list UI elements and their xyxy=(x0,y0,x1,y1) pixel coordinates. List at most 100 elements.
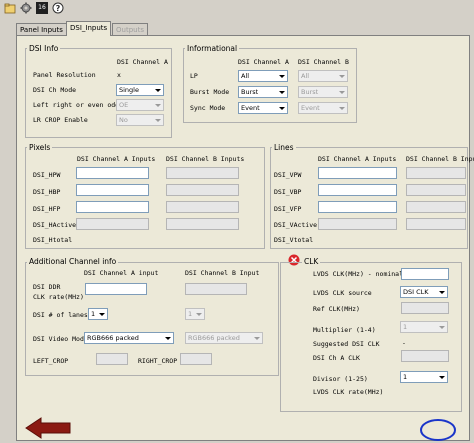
chevron-down-icon xyxy=(338,104,346,112)
lvds-nominal-input[interactable] xyxy=(401,268,449,280)
lvds-nominal-label: LVDS CLK(MHz) - nominal xyxy=(313,270,404,278)
dsi-vbp-a-input[interactable] xyxy=(318,184,397,196)
video-mode-a-value: RGB666 packed xyxy=(87,334,139,342)
dsi-hbp-a-input[interactable] xyxy=(76,184,149,196)
dsi-hpw-a-input[interactable] xyxy=(76,167,149,179)
dsi-vtotal-label: DSI_Vtotal xyxy=(274,236,314,244)
multiplier-value: 1 xyxy=(403,323,408,331)
back-arrow-icon xyxy=(25,417,71,439)
multiplier-select[interactable]: 1 xyxy=(400,321,448,333)
divisor-select[interactable]: 1 xyxy=(400,371,448,383)
dsi-hactive-a-input[interactable] xyxy=(76,218,149,230)
dsi-hfp-b-input[interactable] xyxy=(166,201,239,213)
pixels-col-b: DSI Channel B Inputs xyxy=(166,155,245,163)
dsi-vfp-label: DSI_VFP xyxy=(274,205,302,213)
tab-dsi-inputs[interactable]: DSI_Inputs xyxy=(66,21,112,36)
dsi-hbp-b-input[interactable] xyxy=(166,184,239,196)
dsi-info-title: DSI Info xyxy=(27,44,61,53)
chevron-down-icon xyxy=(154,116,162,124)
additional-col-b: DSI Channel B Input xyxy=(185,269,260,277)
burst-mode-b-value: Burst xyxy=(301,88,319,96)
informational-col-a: DSI Channel A xyxy=(238,58,289,66)
lvds-rate-label: LVDS CLK rate(MHz) xyxy=(313,388,384,396)
gear-icon[interactable] xyxy=(20,2,32,14)
calculator-icon[interactable]: 16 xyxy=(36,2,48,14)
annotation-circle xyxy=(420,419,456,441)
right-crop-label: RIGHT_CROP xyxy=(138,357,178,365)
left-right-value: OE xyxy=(119,101,129,109)
chevron-down-icon xyxy=(195,310,203,318)
lp-b-value: All xyxy=(301,72,310,80)
dsi-vbp-b-input[interactable] xyxy=(406,184,466,196)
lanes-a-select[interactable]: 1 xyxy=(88,308,108,320)
clk-rate-label: CLK rate(MHz) xyxy=(33,293,84,301)
dsi-vactive-a-input[interactable] xyxy=(318,218,397,230)
video-mode-b-value: RGB666 packed xyxy=(188,334,240,342)
dsi-info-col-a: DSI Channel A xyxy=(117,58,168,66)
lp-a-select[interactable]: All xyxy=(238,70,288,82)
informational-title: Informational xyxy=(185,44,240,53)
left-right-select[interactable]: OE xyxy=(116,99,164,111)
lanes-label: DSI # of lanes xyxy=(33,311,88,319)
pixels-title: Pixels xyxy=(27,143,53,152)
calculator-icon-text: 16 xyxy=(38,4,46,11)
suggested-clk-value: - xyxy=(402,339,406,347)
lanes-b-value: 1 xyxy=(188,310,193,318)
ref-clk-input[interactable] xyxy=(401,302,449,314)
sync-mode-b-select[interactable]: Event xyxy=(298,102,348,114)
sync-mode-a-select[interactable]: Event xyxy=(238,102,288,114)
help-icon[interactable]: ? xyxy=(52,2,64,14)
lanes-a-value: 1 xyxy=(91,310,96,318)
folder-icon[interactable] xyxy=(4,2,16,14)
divisor-value: 1 xyxy=(403,373,408,381)
chevron-down-icon xyxy=(278,88,286,96)
dsi-vpw-b-input[interactable] xyxy=(406,167,466,179)
lvds-source-select[interactable]: DSI CLK xyxy=(400,286,448,298)
video-mode-a-select[interactable]: RGB666 packed xyxy=(84,332,174,344)
dsi-vpw-a-input[interactable] xyxy=(318,167,397,179)
left-crop-input[interactable] xyxy=(96,353,128,365)
lvds-source-value: DSI CLK xyxy=(403,288,429,296)
burst-mode-b-select[interactable]: Burst xyxy=(298,86,348,98)
dsi-hfp-a-input[interactable] xyxy=(76,201,149,213)
sync-mode-b-value: Event xyxy=(301,104,320,112)
ddr-clk-a-input[interactable] xyxy=(85,283,147,295)
video-mode-b-select[interactable]: RGB666 packed xyxy=(185,332,263,344)
dsi-vactive-label: DSI_VActive xyxy=(274,221,318,229)
chevron-down-icon xyxy=(438,323,446,331)
dsi-hactive-b-input[interactable] xyxy=(166,218,239,230)
burst-mode-a-select[interactable]: Burst xyxy=(238,86,288,98)
dsi-vactive-b-input[interactable] xyxy=(406,218,466,230)
dsi-ch-mode-select[interactable]: Single xyxy=(116,84,164,96)
dsi-vfp-b-input[interactable] xyxy=(406,201,466,213)
left-right-label: Left right or even odd xyxy=(33,101,120,109)
lr-crop-value: No xyxy=(119,116,128,124)
dsi-htotal-label: DSI_Htotal xyxy=(33,236,73,244)
dsi-hpw-label: DSI_HPW xyxy=(33,171,61,179)
video-mode-label: DSI Video Mode xyxy=(33,335,88,343)
sync-mode-label: Sync Mode xyxy=(190,104,226,112)
dsi-vbp-label: DSI_VBP xyxy=(274,188,302,196)
lr-crop-select[interactable]: No xyxy=(116,114,164,126)
left-crop-label: LEFT_CROP xyxy=(33,357,69,365)
dsi-hfp-label: DSI_HFP xyxy=(33,205,61,213)
dsi-vfp-a-input[interactable] xyxy=(318,201,397,213)
right-crop-input[interactable] xyxy=(180,353,212,365)
ddr-clk-b-input[interactable] xyxy=(185,283,247,295)
pixels-col-a: DSI Channel A Inputs xyxy=(77,155,156,163)
lines-title: Lines xyxy=(272,143,296,152)
chevron-down-icon xyxy=(154,101,162,109)
informational-col-b: DSI Channel B xyxy=(298,58,349,66)
lp-b-select[interactable]: All xyxy=(298,70,348,82)
lp-a-value: All xyxy=(241,72,250,80)
dsi-cha-clk-label: DSI Ch A CLK xyxy=(313,354,360,362)
dsi-hbp-label: DSI_HBP xyxy=(33,188,61,196)
sync-mode-a-value: Event xyxy=(241,104,260,112)
lp-label: LP xyxy=(190,72,198,80)
burst-mode-label: Burst Mode xyxy=(190,88,230,96)
lanes-b-select[interactable]: 1 xyxy=(185,308,205,320)
dsi-cha-clk-input[interactable] xyxy=(401,350,449,362)
clk-title: CLK xyxy=(302,257,321,266)
dsi-hpw-b-input[interactable] xyxy=(166,167,239,179)
lines-col-a: DSI Channel A Inputs xyxy=(318,155,397,163)
